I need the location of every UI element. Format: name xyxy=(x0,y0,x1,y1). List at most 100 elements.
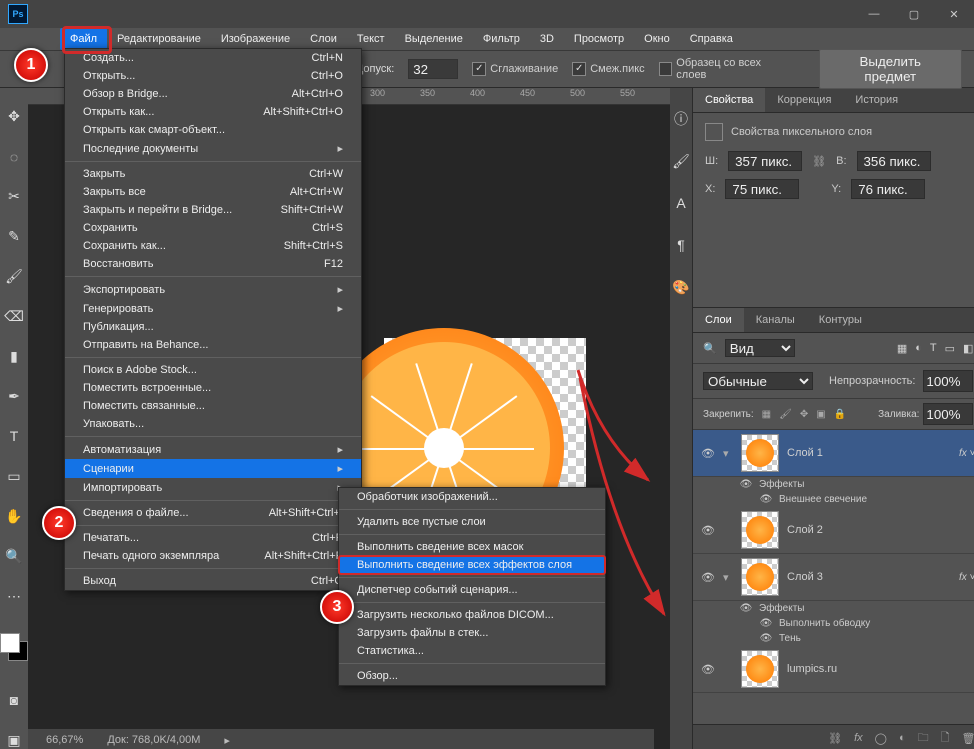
visibility-icon[interactable]: 👁 xyxy=(701,447,715,460)
file-menu-item[interactable]: Отправить на Behance... xyxy=(65,336,361,354)
submenu-item[interactable]: Выполнить сведение всех масок xyxy=(339,538,605,556)
status-arrow-icon[interactable]: ▸ xyxy=(224,734,230,747)
lock-position-icon[interactable]: ✥ xyxy=(800,409,808,420)
character-panel-icon[interactable]: A xyxy=(670,192,692,214)
new-layer-icon[interactable]: 🗋 xyxy=(941,729,950,748)
menu-выделение[interactable]: Выделение xyxy=(395,28,473,50)
layer-name[interactable]: Слой 1 xyxy=(787,447,823,459)
menu-текст[interactable]: Текст xyxy=(347,28,395,50)
lock-artboard-icon[interactable]: ▣ xyxy=(816,409,825,420)
smooth-checkbox[interactable] xyxy=(472,62,486,76)
quickmask-icon[interactable]: ◙ xyxy=(3,689,25,711)
file-menu-item[interactable]: Открыть...Ctrl+O xyxy=(65,67,361,85)
fill-input[interactable] xyxy=(923,403,973,425)
file-menu-item[interactable]: ЗакрытьCtrl+W xyxy=(65,165,361,183)
submenu-item[interactable]: Диспетчер событий сценария... xyxy=(339,581,605,599)
file-menu-item[interactable]: Поместить встроенные... xyxy=(65,379,361,397)
paragraph-panel-icon[interactable]: ¶ xyxy=(670,234,692,256)
height-input[interactable] xyxy=(857,151,931,171)
layer-row[interactable]: 👁▾Слой 3fx ˅ xyxy=(693,554,974,601)
file-menu-item[interactable]: Сохранить как...Shift+Ctrl+S xyxy=(65,237,361,255)
submenu-item[interactable]: Обработчик изображений... xyxy=(339,488,605,506)
link-icon[interactable]: ⛓ xyxy=(812,155,826,168)
tab-paths[interactable]: Контуры xyxy=(807,308,874,332)
swatches-panel-icon[interactable]: 🎨 xyxy=(670,276,692,298)
layer-thumbnail[interactable] xyxy=(741,650,779,688)
tab-channels[interactable]: Каналы xyxy=(744,308,807,332)
tab-layers[interactable]: Слои xyxy=(693,308,744,332)
adjustment-icon[interactable]: ◐ xyxy=(899,732,906,744)
submenu-item[interactable]: Загрузить файлы в стек... xyxy=(339,624,605,642)
tolerance-input[interactable] xyxy=(408,59,458,79)
submenu-item[interactable]: Выполнить сведение всех эффектов слоя xyxy=(339,556,605,574)
menu-справка[interactable]: Справка xyxy=(680,28,743,50)
opacity-input[interactable] xyxy=(923,370,973,392)
layer-row[interactable]: 👁▾Слой 1fx ˅ xyxy=(693,430,974,477)
visibility-icon[interactable]: 👁 xyxy=(759,633,773,644)
file-menu-item[interactable]: Сценарии▸ xyxy=(65,459,361,478)
file-menu-item[interactable]: Поиск в Adobe Stock... xyxy=(65,361,361,379)
menu-3d[interactable]: 3D xyxy=(530,28,564,50)
group-icon[interactable]: 🗀 xyxy=(918,729,929,748)
visibility-icon[interactable]: 👁 xyxy=(701,524,715,537)
menu-файл[interactable]: Файл xyxy=(60,28,107,50)
info-icon[interactable]: ⓘ xyxy=(670,108,692,130)
filter-adj-icon[interactable]: ◐ xyxy=(915,342,922,354)
file-menu-item[interactable]: Закрыть всеAlt+Ctrl+W xyxy=(65,183,361,201)
menu-редактирование[interactable]: Редактирование xyxy=(107,28,211,50)
move-tool-icon[interactable]: ✥ xyxy=(3,106,25,128)
menu-слои[interactable]: Слои xyxy=(300,28,347,50)
file-menu-item[interactable]: Упаковать... xyxy=(65,415,361,433)
gradient-tool-icon[interactable]: ▮ xyxy=(3,346,25,368)
file-menu-item[interactable]: Открыть как смарт-объект... xyxy=(65,121,361,139)
filter-kind-select[interactable]: Вид xyxy=(725,339,795,357)
file-menu-item[interactable]: Закрыть и перейти в Bridge...Shift+Ctrl+… xyxy=(65,201,361,219)
width-input[interactable] xyxy=(728,151,802,171)
layer-row[interactable]: 👁 lumpics.ru xyxy=(693,646,974,693)
fx-badge[interactable]: fx ˅ xyxy=(959,572,974,583)
brush-tool-icon[interactable]: 🖌 xyxy=(3,266,25,288)
link-layers-icon[interactable]: ⛓ xyxy=(828,732,842,745)
hand-tool-icon[interactable]: ✋ xyxy=(3,505,25,527)
maximize-button[interactable]: ▢ xyxy=(894,0,934,28)
file-menu-item[interactable]: Последние документы▸ xyxy=(65,139,361,158)
file-menu-item[interactable]: Открыть как...Alt+Shift+Ctrl+O xyxy=(65,103,361,121)
file-menu-item[interactable]: Поместить связанные... xyxy=(65,397,361,415)
more-tool-icon[interactable]: ⋯ xyxy=(3,585,25,607)
layer-name[interactable]: lumpics.ru xyxy=(787,663,837,675)
close-button[interactable]: ✕ xyxy=(934,0,974,28)
file-menu-item[interactable]: Публикация... xyxy=(65,318,361,336)
select-subject-button[interactable]: Выделить предмет xyxy=(819,49,962,89)
filter-smart-icon[interactable]: ◧ xyxy=(963,342,973,355)
type-tool-icon[interactable]: T xyxy=(3,426,25,448)
visibility-icon[interactable]: 👁 xyxy=(759,494,773,505)
zoom-tool-icon[interactable]: 🔍 xyxy=(3,545,25,567)
tab-adjustments[interactable]: Коррекция xyxy=(765,88,843,112)
visibility-icon[interactable]: 👁 xyxy=(759,618,773,629)
file-menu-item[interactable]: ВосстановитьF12 xyxy=(65,255,361,273)
color-swatches[interactable] xyxy=(0,633,28,661)
effect-item[interactable]: 👁Выполнить обводку xyxy=(693,616,974,631)
layer-name[interactable]: Слой 3 xyxy=(787,571,823,583)
file-menu-item[interactable]: Сведения о файле...Alt+Shift+Ctrl+I xyxy=(65,504,361,522)
expand-icon[interactable]: ▾ xyxy=(723,571,733,584)
eyedropper-tool-icon[interactable]: ✎ xyxy=(3,226,25,248)
search-icon[interactable]: 🔍 xyxy=(703,342,717,355)
effect-item[interactable]: 👁Тень xyxy=(693,631,974,646)
filter-shape-icon[interactable]: ▭ xyxy=(945,342,955,355)
screenmode-icon[interactable]: ▣ xyxy=(3,729,25,749)
submenu-item[interactable]: Обзор... xyxy=(339,667,605,685)
file-menu-item[interactable]: Печать одного экземпляраAlt+Shift+Ctrl+P xyxy=(65,547,361,565)
file-menu-item[interactable]: Создать...Ctrl+N xyxy=(65,49,361,67)
blend-mode-select[interactable]: Обычные xyxy=(703,372,813,390)
effect-item[interactable]: 👁Внешнее свечение xyxy=(693,492,974,507)
x-input[interactable] xyxy=(725,179,799,199)
submenu-item[interactable]: Загрузить несколько файлов DICOM... xyxy=(339,606,605,624)
visibility-icon[interactable]: 👁 xyxy=(739,479,753,490)
y-input[interactable] xyxy=(851,179,925,199)
contig-checkbox[interactable] xyxy=(572,62,586,76)
visibility-icon[interactable]: 👁 xyxy=(701,663,715,676)
trash-icon[interactable]: 🗑 xyxy=(961,732,974,745)
file-menu-item[interactable]: Обзор в Bridge...Alt+Ctrl+O xyxy=(65,85,361,103)
submenu-item[interactable]: Статистика... xyxy=(339,642,605,660)
